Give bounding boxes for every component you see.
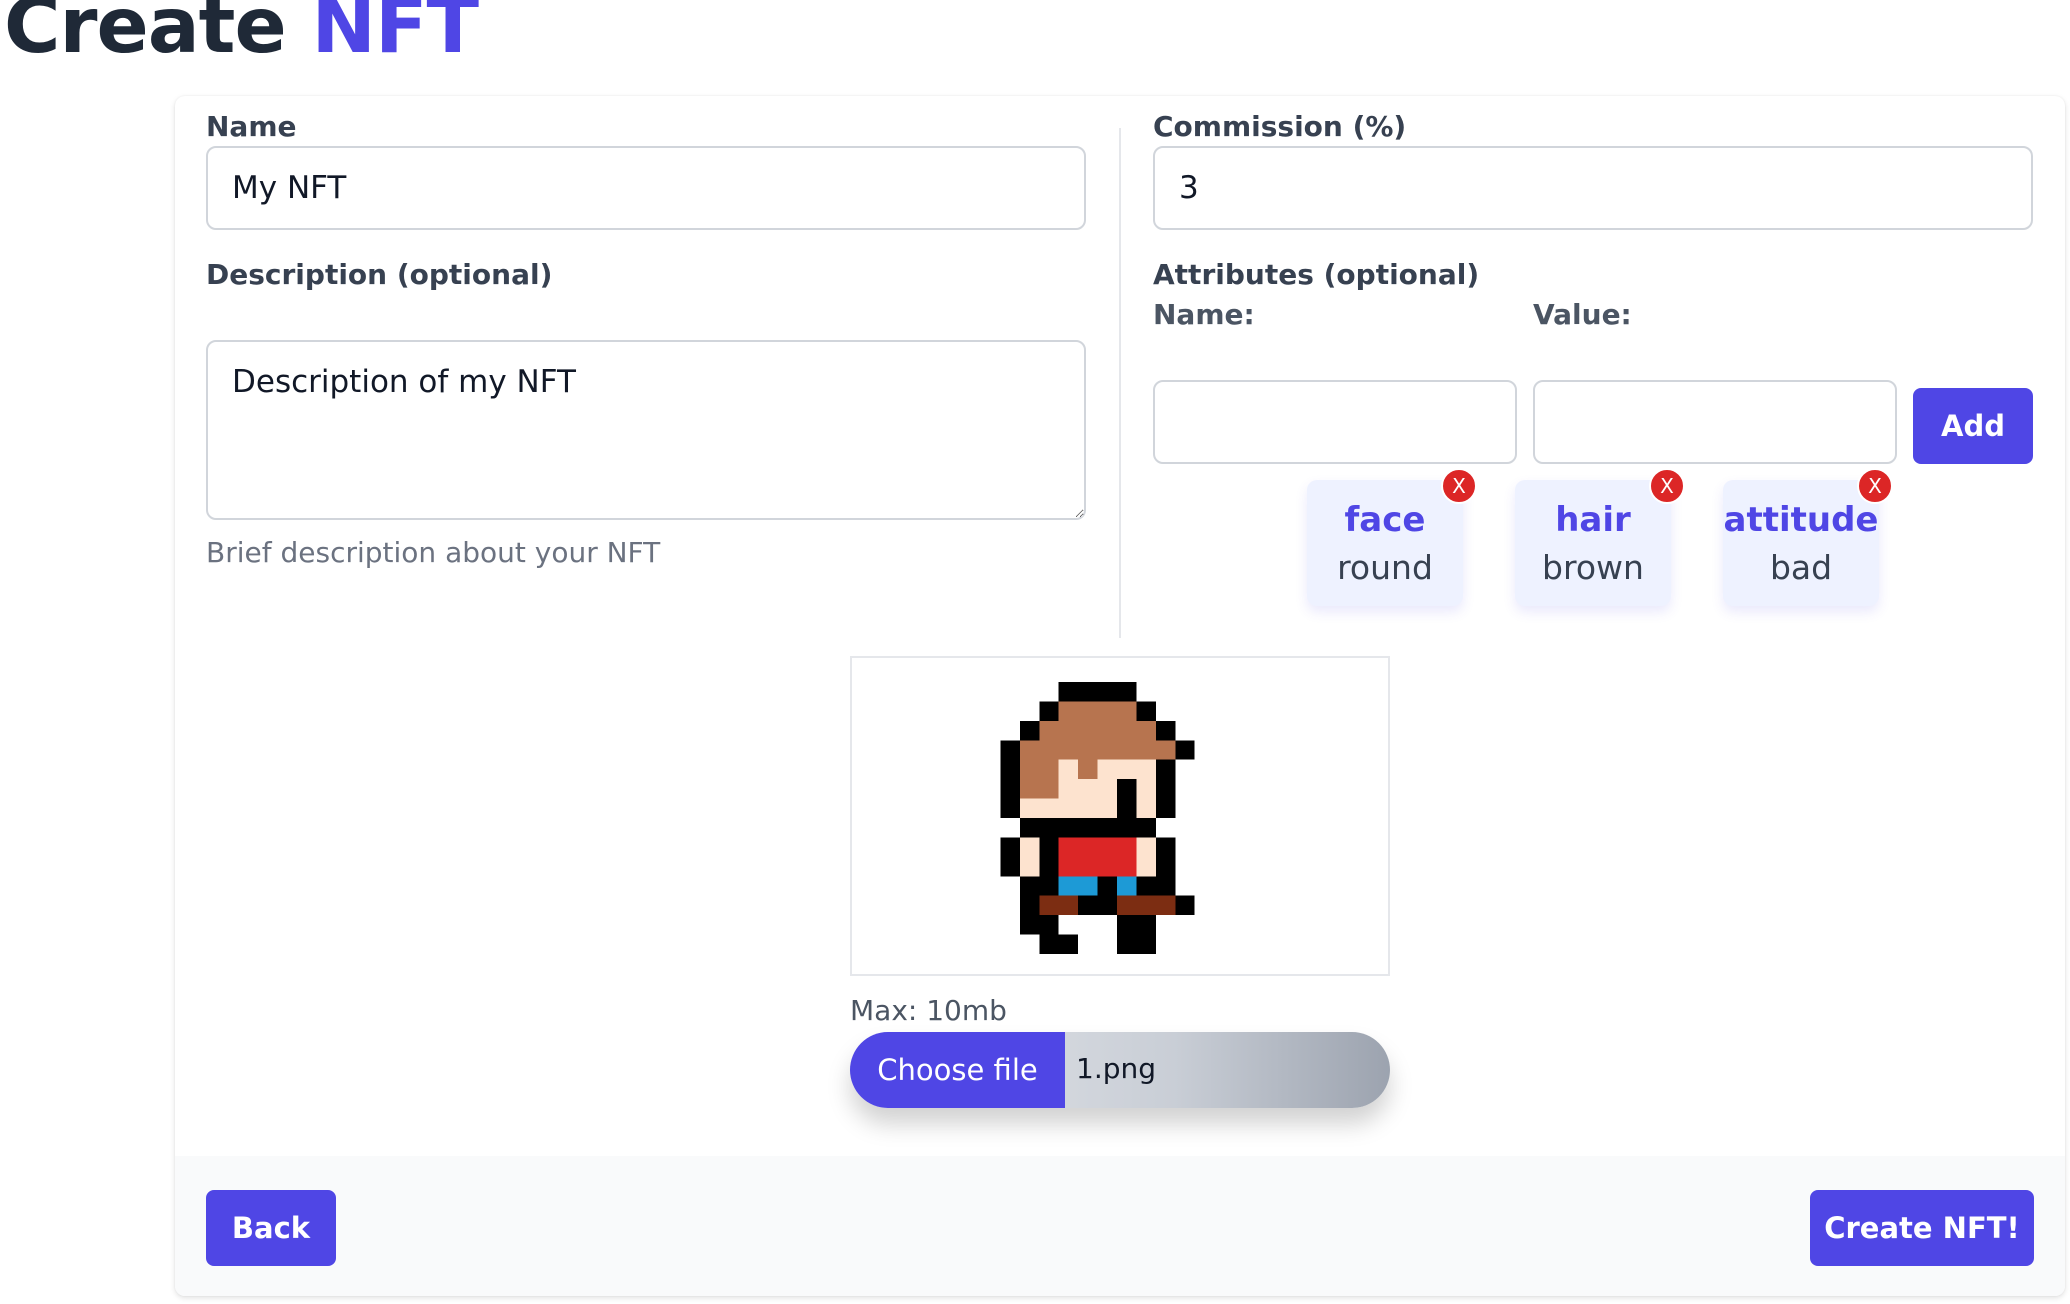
create-nft-form: Name Description (optional) Description … <box>175 96 2065 1296</box>
attribute-chip-value: bad <box>1769 548 1833 587</box>
description-label: Description (optional) <box>206 258 553 291</box>
page-title-accent: NFT <box>311 0 480 71</box>
attribute-chip-value: brown <box>1542 548 1644 587</box>
back-button[interactable]: Back <box>206 1190 336 1266</box>
attribute-name-input[interactable] <box>1153 380 1517 464</box>
attribute-chip-name: face <box>1344 500 1426 540</box>
commission-input[interactable] <box>1153 146 2033 230</box>
choose-file-button[interactable]: Choose file <box>850 1032 1065 1108</box>
attribute-chip: face round X <box>1307 468 1477 606</box>
description-textarea[interactable]: Description of my NFT <box>206 340 1086 520</box>
attribute-chip: hair brown X <box>1515 468 1685 606</box>
attribute-chip-name: attitude <box>1723 500 1879 540</box>
attributes-label: Attributes (optional) <box>1153 258 1480 291</box>
name-input[interactable] <box>206 146 1086 230</box>
attribute-chip: attitude bad X <box>1723 468 1893 606</box>
page-title: Create NFT <box>4 0 480 71</box>
description-help-text: Brief description about your NFT <box>206 536 661 569</box>
remove-attribute-button[interactable]: X <box>1649 468 1685 504</box>
pixel-character-image <box>1000 682 1195 954</box>
attribute-value-input[interactable] <box>1533 380 1897 464</box>
add-attribute-button[interactable]: Add <box>1913 388 2033 464</box>
attribute-value-label: Value: <box>1533 298 1632 331</box>
attribute-name-label: Name: <box>1153 298 1255 331</box>
remove-attribute-button[interactable]: X <box>1857 468 1893 504</box>
max-size-note: Max: 10mb <box>850 994 1007 1027</box>
attribute-chip-name: hair <box>1555 500 1631 540</box>
file-input[interactable]: Choose file 1.png <box>850 1032 1390 1108</box>
column-divider <box>1119 128 1121 638</box>
create-nft-button[interactable]: Create NFT! <box>1810 1190 2034 1266</box>
form-footer: Back Create NFT! <box>175 1156 2065 1296</box>
remove-attribute-button[interactable]: X <box>1441 468 1477 504</box>
selected-file-name: 1.png <box>1076 1052 1157 1085</box>
image-preview <box>850 656 1390 976</box>
commission-label: Commission (%) <box>1153 110 1407 143</box>
name-label: Name <box>206 110 297 143</box>
page-title-prefix: Create <box>4 0 287 71</box>
attribute-chip-value: round <box>1337 548 1433 587</box>
